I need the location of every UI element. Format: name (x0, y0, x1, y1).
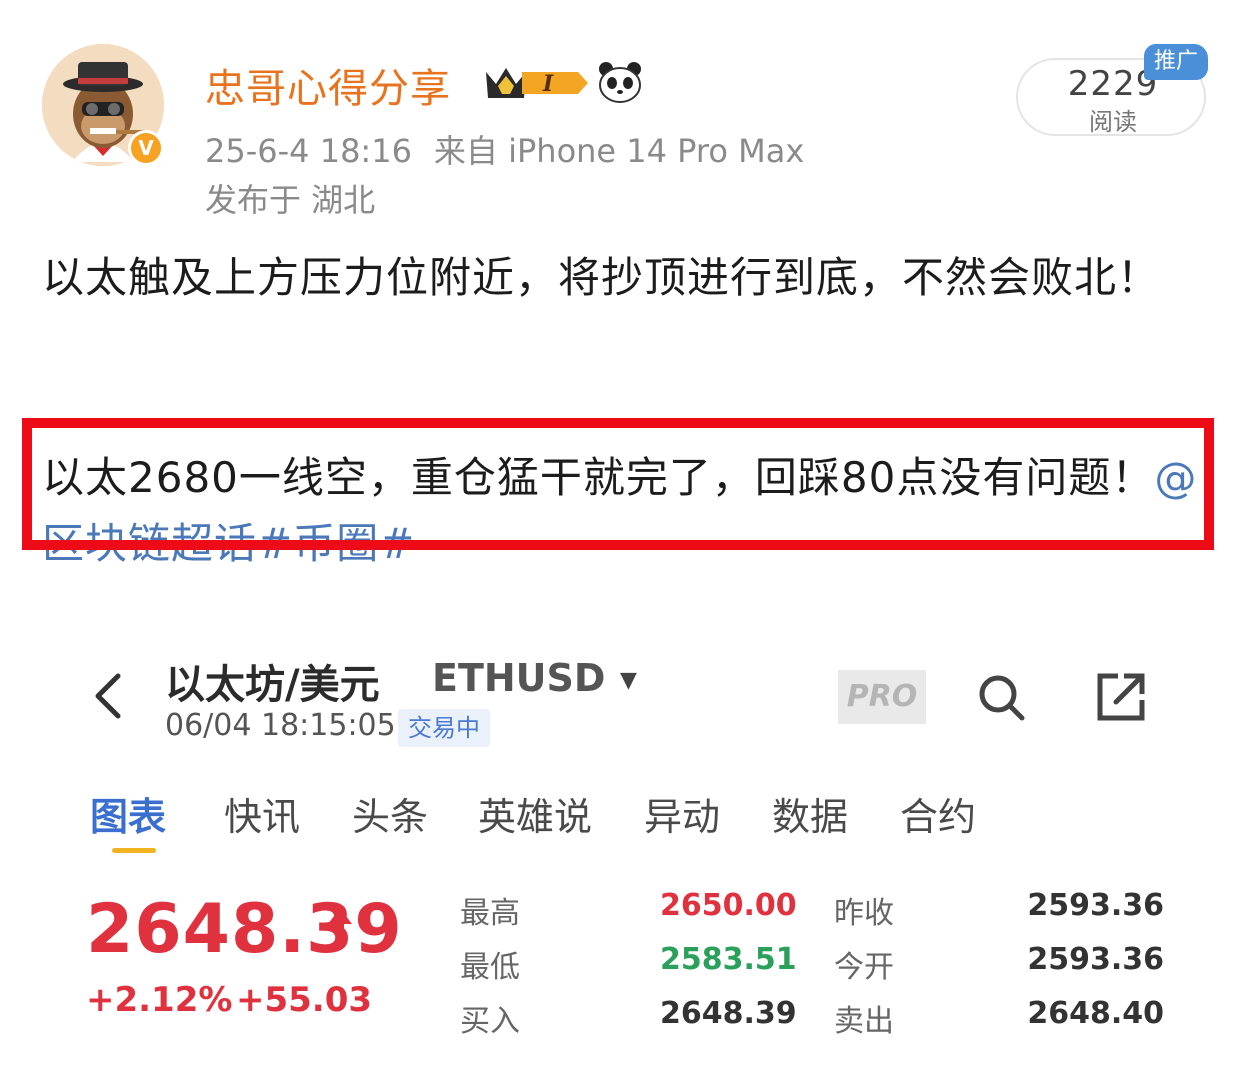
promo-tag[interactable]: 推广 (1144, 44, 1208, 80)
active-tab-indicator (112, 848, 156, 853)
trade-status-badge: 交易中 (398, 709, 490, 747)
post-location: 发布于 湖北 (205, 181, 376, 219)
read-label: 阅读 (1089, 108, 1137, 136)
change-absolute: +55.03 (236, 980, 373, 1020)
back-arrow-icon[interactable] (88, 670, 128, 722)
stat-value-open: 2593.36 (1027, 942, 1164, 977)
stat-label-ask: 卖出 (834, 1004, 894, 1039)
tab-data[interactable]: 数据 (772, 786, 848, 841)
price-up-arrow-icon (326, 906, 354, 946)
tab-chart[interactable]: 图表 (90, 786, 166, 841)
stat-label-prev-close: 昨收 (834, 896, 894, 931)
dropdown-caret-icon[interactable]: ▼ (620, 668, 637, 693)
tab-hero-talk[interactable]: 英雄说 (478, 786, 592, 841)
search-icon[interactable] (976, 672, 1028, 724)
post-time: 25-6-4 18:16 (205, 132, 412, 170)
stat-label-low: 最低 (460, 950, 520, 985)
author-name[interactable]: 忠哥心得分享 (205, 56, 451, 114)
crown-badge-level: I (542, 71, 554, 97)
stat-value-ask: 2648.40 (1027, 996, 1164, 1031)
crown-badge-icon[interactable]: I (482, 62, 592, 104)
verified-icon: V (128, 130, 164, 166)
highlight-box (22, 418, 1214, 550)
stat-value-high: 2650.00 (660, 888, 797, 923)
stat-label-high: 最高 (460, 896, 520, 931)
stat-value-prev-close: 2593.36 (1027, 888, 1164, 923)
post-meta: 25-6-4 18:16 来自 iPhone 14 Pro Max (205, 126, 804, 172)
tab-movements[interactable]: 异动 (644, 786, 720, 841)
tab-contract[interactable]: 合约 (900, 786, 976, 841)
stat-value-low: 2583.51 (660, 942, 797, 977)
stat-label-bid: 买入 (460, 1004, 520, 1039)
panda-icon (597, 60, 643, 104)
pair-title: 以太坊/美元 (165, 662, 380, 708)
post-source: 来自 iPhone 14 Pro Max (433, 132, 805, 170)
pair-code[interactable]: ETHUSD (432, 656, 605, 700)
stat-value-bid: 2648.39 (660, 996, 797, 1031)
quote-time: 06/04 18:15:05 (165, 708, 396, 743)
tab-flash-news[interactable]: 快讯 (224, 786, 300, 841)
post-paragraph-1: 以太触及上方压力位附近，将抄顶进行到底，不然会败北！ (42, 253, 1161, 302)
share-icon[interactable] (1094, 670, 1148, 724)
tab-headlines[interactable]: 头条 (352, 786, 428, 841)
change-percent: +2.12% (86, 980, 233, 1020)
pro-button[interactable]: PRO (838, 670, 926, 724)
current-price: 2648.39 (86, 890, 403, 969)
stat-label-open: 今开 (834, 950, 894, 985)
